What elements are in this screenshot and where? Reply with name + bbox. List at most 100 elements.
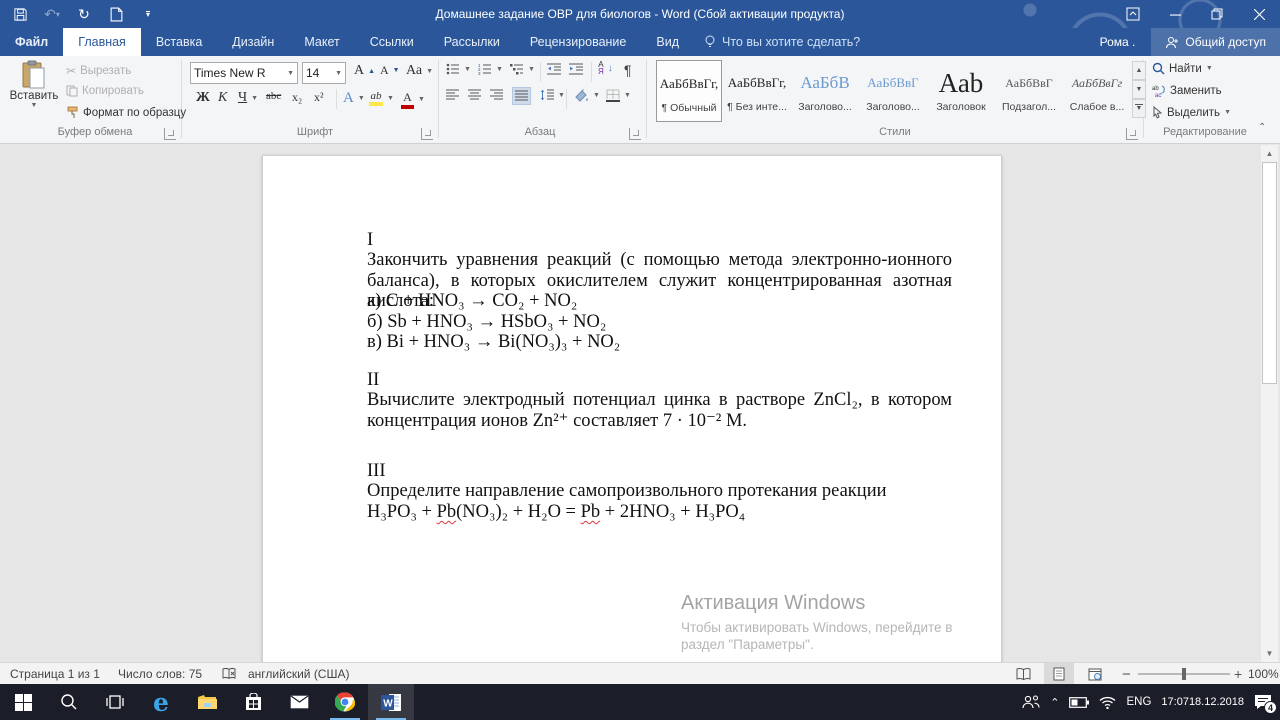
close-icon[interactable] bbox=[1238, 0, 1280, 28]
people-icon[interactable] bbox=[1022, 695, 1040, 709]
styles-scroll-down-icon[interactable]: ▼ bbox=[1132, 80, 1146, 99]
tab-mailings[interactable]: Рассылки bbox=[429, 28, 515, 56]
input-language[interactable]: ENG bbox=[1126, 696, 1151, 708]
format-painter-button[interactable]: Формат по образцу bbox=[66, 106, 186, 119]
account-name[interactable]: Рома . bbox=[1100, 35, 1136, 49]
underline-button[interactable]: Ч▼ bbox=[238, 90, 258, 106]
taskbar-search-icon[interactable] bbox=[46, 684, 92, 720]
strikethrough-button[interactable]: abc bbox=[266, 90, 281, 102]
proofing-errors-icon[interactable] bbox=[222, 663, 236, 685]
microsoft-store-icon[interactable] bbox=[230, 684, 276, 720]
font-dialog-launcher-icon[interactable] bbox=[421, 128, 433, 140]
font-size-combo[interactable]: 14▼ bbox=[302, 62, 346, 84]
minimize-icon[interactable] bbox=[1154, 0, 1196, 28]
tab-view[interactable]: Вид bbox=[641, 28, 694, 56]
ribbon-display-options-icon[interactable] bbox=[1112, 0, 1154, 28]
select-button[interactable]: Выделить▼ bbox=[1152, 106, 1231, 119]
repeat-icon[interactable]: ↻ bbox=[70, 2, 98, 26]
show-paragraph-marks-button[interactable]: ¶ bbox=[624, 62, 632, 78]
edge-icon[interactable]: e bbox=[138, 684, 184, 720]
style-title[interactable]: Ааb Заголовок bbox=[928, 60, 994, 122]
battery-icon[interactable] bbox=[1069, 697, 1089, 708]
word-count[interactable]: Число слов: 75 bbox=[118, 663, 202, 685]
scrollbar-thumb[interactable] bbox=[1262, 162, 1277, 384]
vertical-scrollbar[interactable]: ▲ ▼ bbox=[1261, 145, 1278, 662]
tab-home[interactable]: Главная bbox=[63, 28, 141, 56]
bullets-button[interactable]: ▼ bbox=[446, 63, 471, 75]
scroll-down-icon[interactable]: ▼ bbox=[1261, 645, 1278, 662]
increase-indent-button[interactable] bbox=[569, 63, 583, 75]
web-layout-icon[interactable] bbox=[1080, 663, 1110, 685]
style-heading2[interactable]: АаБбВвГ Заголово... bbox=[860, 60, 926, 122]
tab-references[interactable]: Ссылки bbox=[355, 28, 429, 56]
tab-layout[interactable]: Макет bbox=[289, 28, 354, 56]
zoom-in-icon[interactable]: + bbox=[1234, 663, 1242, 685]
font-color-button[interactable]: А ▼ bbox=[401, 90, 425, 109]
subscript-button[interactable]: x₂ bbox=[292, 90, 302, 105]
shading-button[interactable]: ▼ bbox=[574, 89, 600, 102]
replace-button[interactable]: abac Заменить bbox=[1152, 84, 1222, 97]
style-no-spacing[interactable]: АаБбВвГг, ¶ Без инте... bbox=[724, 60, 790, 122]
language-indicator[interactable]: английский (США) bbox=[248, 663, 349, 685]
print-layout-icon[interactable] bbox=[1044, 663, 1074, 685]
line-spacing-button[interactable]: ▼ bbox=[540, 89, 565, 101]
style-subtitle[interactable]: АаБбВвГ Подзагол... bbox=[996, 60, 1062, 122]
align-center-button[interactable] bbox=[468, 89, 481, 101]
multilevel-list-button[interactable]: ▼ bbox=[510, 63, 535, 75]
tab-review[interactable]: Рецензирование bbox=[515, 28, 642, 56]
taskbar-clock[interactable]: 17:0718.12.2018 bbox=[1161, 696, 1244, 709]
save-icon[interactable] bbox=[6, 2, 34, 26]
zoom-out-icon[interactable]: − bbox=[1122, 663, 1131, 685]
start-button[interactable] bbox=[0, 684, 46, 720]
collapse-ribbon-icon[interactable]: ⌃ bbox=[1258, 122, 1266, 133]
share-button[interactable]: Общий доступ bbox=[1151, 28, 1280, 56]
word-icon[interactable]: W bbox=[368, 684, 414, 720]
zoom-level[interactable]: 100% bbox=[1248, 663, 1279, 685]
paste-button[interactable]: Вставить ▼ bbox=[8, 60, 60, 136]
font-name-combo[interactable]: Times New R▼ bbox=[190, 62, 298, 84]
undo-icon[interactable]: ↶▾ bbox=[38, 2, 66, 26]
tab-file[interactable]: Файл bbox=[0, 28, 63, 56]
zoom-slider-thumb[interactable] bbox=[1182, 668, 1186, 680]
style-heading1[interactable]: АаБбВ Заголово... bbox=[792, 60, 858, 122]
restore-icon[interactable] bbox=[1196, 0, 1238, 28]
tab-design[interactable]: Дизайн bbox=[217, 28, 289, 56]
decrease-indent-button[interactable] bbox=[547, 63, 561, 75]
find-button[interactable]: Найти▼ bbox=[1152, 62, 1213, 75]
superscript-button[interactable]: x² bbox=[314, 90, 324, 105]
numbering-button[interactable]: 123▼ bbox=[478, 63, 503, 75]
chrome-icon[interactable] bbox=[322, 684, 368, 720]
read-mode-icon[interactable] bbox=[1008, 663, 1038, 685]
document-page[interactable]: I Закончить уравнения реакций (с помощью… bbox=[262, 155, 1002, 662]
tray-expand-icon[interactable]: ⌃ bbox=[1050, 696, 1059, 709]
copy-button[interactable]: Копировать bbox=[66, 85, 144, 97]
align-right-button[interactable] bbox=[490, 89, 503, 101]
new-document-icon[interactable] bbox=[102, 2, 130, 26]
page-indicator[interactable]: Страница 1 из 1 bbox=[10, 663, 100, 685]
scroll-up-icon[interactable]: ▲ bbox=[1261, 145, 1278, 162]
mail-icon[interactable] bbox=[276, 684, 322, 720]
borders-button[interactable]: ▼ bbox=[606, 89, 631, 102]
file-explorer-icon[interactable] bbox=[184, 684, 230, 720]
task-view-icon[interactable] bbox=[92, 684, 138, 720]
justify-button[interactable] bbox=[512, 87, 531, 105]
cut-button[interactable]: ✂ Вырезать bbox=[66, 64, 131, 78]
style-subtle-emphasis[interactable]: АаБбВвГг Слабое в... bbox=[1064, 60, 1130, 122]
shrink-font-button[interactable]: А▼ bbox=[380, 63, 400, 78]
sort-button[interactable]: АЯ ↓ bbox=[598, 61, 613, 75]
style-normal[interactable]: АаБбВвГг, ¶ Обычный bbox=[656, 60, 722, 122]
tab-insert[interactable]: Вставка bbox=[141, 28, 217, 56]
bold-button[interactable]: Ж bbox=[196, 90, 210, 106]
align-left-button[interactable] bbox=[446, 89, 459, 101]
italic-button[interactable]: К bbox=[218, 90, 227, 106]
text-effects-button[interactable]: А▼ bbox=[343, 90, 365, 107]
styles-scroll-up-icon[interactable]: ▲ bbox=[1132, 61, 1146, 80]
highlight-button[interactable]: ab ▼ bbox=[369, 90, 394, 106]
wifi-icon[interactable] bbox=[1099, 696, 1116, 709]
paragraph-dialog-launcher-icon[interactable] bbox=[629, 128, 641, 140]
grow-font-button[interactable]: А▲ bbox=[354, 63, 375, 79]
styles-dialog-launcher-icon[interactable] bbox=[1126, 128, 1138, 140]
tellme-box[interactable]: Что вы хотите сделать? bbox=[694, 28, 870, 56]
clipboard-dialog-launcher-icon[interactable] bbox=[164, 128, 176, 140]
customize-qat-icon[interactable]: ▾ bbox=[134, 2, 162, 26]
